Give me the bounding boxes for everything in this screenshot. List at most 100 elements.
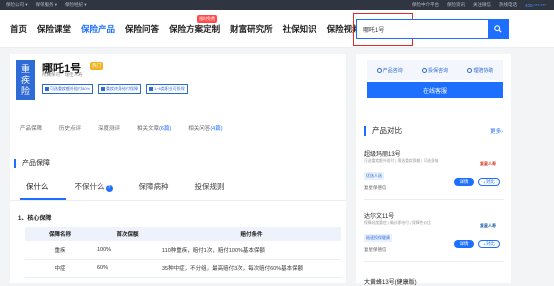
feature-chip: 重疾终身给付保障 <box>98 84 142 94</box>
tab-count: (4篇) <box>210 126 223 132</box>
compare-item-actions: 详情 + 对比 <box>454 178 500 186</box>
tab-coverage[interactable]: 产品保障 <box>20 124 42 132</box>
coverage-tabs: 保什么 不保什么? 保障病种 投保规则 <box>26 181 225 192</box>
tab-not-covered[interactable]: 不保什么? <box>75 181 113 192</box>
main-nav: 首页 保险课堂 保险产品 保险问答 保险方案定制 限时免费 财富研究所 社保知识 … <box>0 10 554 48</box>
nav-item-qa[interactable]: 保险问答 <box>125 23 159 35</box>
online-service-button[interactable]: 在线客服 <box>367 82 503 98</box>
question-icon: ? <box>105 185 113 192</box>
product-main-panel: 重疾险 哪吒1号 热门 所属保司：瑞佳人寿 可选重疾额外赔付80% 重疾终身给付… <box>10 54 346 283</box>
table-cell: 35种中症，不分组，最高赔付3次，每次赔付60%基本保额 <box>158 259 341 278</box>
tab-label: 不保什么 <box>74 182 105 191</box>
consult-label: 产品咨询 <box>382 67 403 74</box>
table-cell: 重疾 <box>25 241 95 260</box>
feature-label: 1~6类职业可投保 <box>154 86 185 91</box>
consult-label: 理赔协助 <box>473 67 494 74</box>
topbar-link[interactable]: 热线电话 <box>499 2 517 8</box>
compare-button[interactable]: + 对比 <box>478 178 500 186</box>
compare-item-actions: 详情 + 对比 <box>454 240 500 248</box>
column-header: 赔付条件 <box>158 227 341 241</box>
tab-label: 相关问答 <box>188 126 211 132</box>
more-link[interactable]: 更多› <box>490 127 503 135</box>
compare-label: 对比 <box>485 241 495 246</box>
topbar-link[interactable]: 保险经纪 ▾ <box>65 2 87 8</box>
search-button[interactable] <box>488 20 508 38</box>
section-title-text: 产品保障 <box>22 160 50 167</box>
table-cell: 中症 <box>25 259 95 278</box>
topbar-link[interactable]: 保险公司 ▾ <box>6 2 28 8</box>
feature-chip: 1~6类职业可投保 <box>146 84 188 94</box>
nav-item-home[interactable]: 首页 <box>10 23 27 35</box>
compare-title: 产品对比 <box>372 126 402 135</box>
top-utility-bar: 保险公司 ▾ 保单服务 ▾ 保险经纪 ▾ 保险中介平台 保险资讯 关注微信 热线… <box>0 0 554 10</box>
check-icon <box>101 87 106 91</box>
section-marker <box>364 125 366 136</box>
compare-item-desc: 可选重疾额外赔付 | 筛选重疾保额 | 可选身故 <box>364 159 439 163</box>
compare-button[interactable]: + 对比 <box>478 240 500 248</box>
consult-insure[interactable]: 投保咨询 <box>421 67 448 74</box>
table-cell: 110种重疾，赔付1次，赔付100%基本保额 <box>158 241 341 260</box>
divider <box>10 200 346 201</box>
compare-item-desc: 保障轻度重症 | 确诊即给付 | 保障性价比 <box>364 221 431 225</box>
product-company: 所属保司：瑞佳人寿 <box>42 72 83 77</box>
nav-item-products[interactable]: 保险产品 <box>81 23 115 35</box>
core-coverage-title: 1、核心保障 <box>18 216 52 222</box>
table-header-row: 保障名称 首次保额 赔付条件 <box>25 227 341 241</box>
feature-label: 可选重疾额外赔付80% <box>50 86 91 91</box>
search-input[interactable]: 哪吒1号 <box>357 20 488 38</box>
check-circle-icon <box>421 67 427 73</box>
table-row: 重疾 100% 110种重疾，赔付1次，赔付100%基本保额 <box>25 241 341 260</box>
feature-label: 重疾终身给付保障 <box>106 86 139 91</box>
consult-claim[interactable]: 理赔协助 <box>467 67 493 74</box>
topbar-link[interactable]: 关注微信 <box>473 2 491 8</box>
consult-product[interactable]: 产品咨询 <box>376 67 403 74</box>
detail-button[interactable]: 详情 <box>454 178 474 186</box>
section-title: 产品保障 <box>10 158 50 168</box>
consult-label: 投保咨询 <box>427 67 448 74</box>
hot-badge: 限时免费 <box>197 14 218 23</box>
coverage-table: 保障名称 首次保额 赔付条件 重疾 100% 110种重疾，赔付1次，赔付100… <box>25 227 341 278</box>
product-tag: 热门 <box>90 62 103 70</box>
divider <box>364 261 504 262</box>
tab-reviews[interactable]: 历史点评 <box>59 124 81 132</box>
check-icon <box>149 87 154 91</box>
topbar-link[interactable]: 保险中介平台 <box>412 2 439 8</box>
company-logo: 复星人寿 <box>480 160 496 166</box>
tab-count: (6篇) <box>159 126 172 132</box>
section-marker <box>14 158 16 168</box>
table-cell: 100% <box>95 241 158 260</box>
compare-panel: 产品对比 更多› 超级玛丽13号 可选重疾额外赔付 | 筛选重疾保额 | 可选身… <box>356 113 511 286</box>
column-header: 保障名称 <box>25 227 95 241</box>
compare-item-tag: 优选人选 <box>364 172 384 180</box>
table-cell: 60% <box>95 259 158 278</box>
nav-item-label: 保险方案定制 <box>169 23 221 34</box>
tab-diseases[interactable]: 保障病种 <box>139 181 169 192</box>
topbar-link[interactable]: 保险资讯 <box>447 2 465 8</box>
tab-evaluation[interactable]: 深度测评 <box>98 124 120 132</box>
detail-button[interactable]: 详情 <box>454 240 474 248</box>
tab-articles[interactable]: 相关文章(6篇) <box>137 124 171 132</box>
nav-item-custom-plan[interactable]: 保险方案定制 限时免费 <box>169 14 221 35</box>
tab-what-covered[interactable]: 保什么 <box>26 181 49 192</box>
check-icon <box>45 87 49 91</box>
nav-item-wealth[interactable]: 财富研究所 <box>230 23 273 35</box>
feature-chip: 可选重疾额外赔付80% <box>42 84 94 94</box>
tab-rules[interactable]: 投保规则 <box>195 181 225 192</box>
column-header: 首次保额 <box>95 227 158 241</box>
consult-panel: 产品咨询 投保咨询 理赔协助 在线客服 <box>356 54 511 114</box>
compare-item-name[interactable]: 大黄蜂13号(健康版) <box>364 277 417 286</box>
nav-item-social-security[interactable]: 社保知识 <box>283 23 317 35</box>
compare-item-tag: 极速投保健康 <box>364 234 392 242</box>
product-type-badge: 重疾险 <box>16 60 35 100</box>
compare-item: 达尔文11号 保障轻度重症 | 确诊即给付 | 保障性价比 极速投保健康 复星保… <box>364 211 504 253</box>
tab-label: 相关文章 <box>137 126 160 132</box>
consult-options: 产品咨询 投保咨询 理赔协助 <box>367 60 503 80</box>
product-tabs: 产品保障 历史点评 深度测评 相关文章(6篇) 相关问答(4篇) <box>20 124 223 132</box>
check-circle-icon <box>376 67 382 73</box>
topbar-link[interactable]: 保单服务 ▾ <box>36 2 58 8</box>
compare-item: 超级玛丽13号 可选重疾额外赔付 | 筛选重疾保额 | 可选身故 优选人选 复星… <box>364 149 504 191</box>
tab-qa[interactable]: 相关问答(4篇) <box>188 124 222 132</box>
nav-item-classroom[interactable]: 保险课堂 <box>37 23 71 35</box>
divider <box>364 199 504 200</box>
product-features: 可选重疾额外赔付80% 重疾终身给付保障 1~6类职业可投保 <box>42 84 188 94</box>
